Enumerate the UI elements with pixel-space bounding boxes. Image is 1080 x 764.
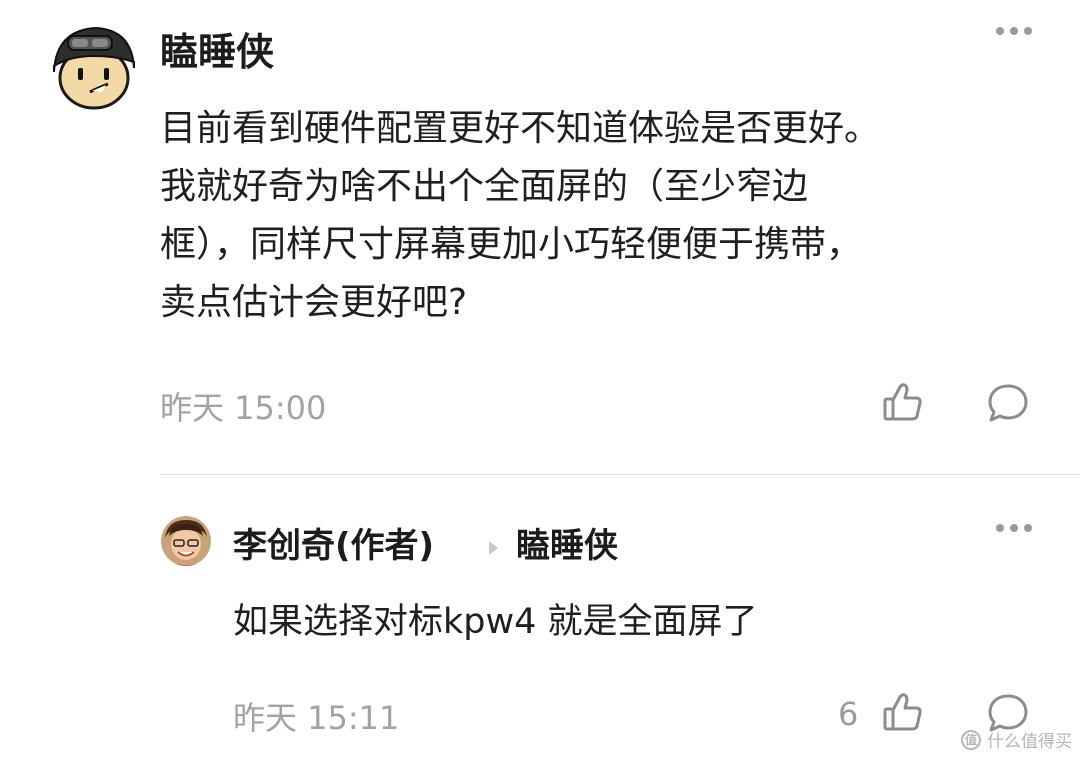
reply-to-arrow-icon bbox=[489, 541, 498, 555]
reply-to-username[interactable]: 瞌睡侠 bbox=[516, 526, 618, 566]
person-photo-avatar bbox=[161, 516, 211, 566]
comment-timestamp: 昨天 15:00 bbox=[160, 389, 327, 427]
site-watermark: 值 什么值得买 bbox=[961, 727, 1072, 752]
like-count: 6 bbox=[838, 695, 859, 733]
more-dots-icon[interactable] bbox=[996, 27, 1032, 35]
comment-bubble-icon[interactable] bbox=[986, 382, 1030, 428]
comment-item: 瞌睡侠 目前看到硬件配置更好不知道体验是否更好。 我就好奇为啥不出个全面屏的（至… bbox=[0, 0, 1080, 474]
more-dots-icon[interactable] bbox=[996, 524, 1032, 532]
thumbs-up-icon[interactable] bbox=[882, 691, 924, 737]
comment-text-line: 我就好奇为啥不出个全面屏的（至少窄边 bbox=[160, 166, 809, 207]
reply-item: 李创奇(作者) 瞌睡侠 如果选择对标kpw4 就是全面屏了 昨天 15:11 6 bbox=[0, 475, 1080, 764]
comment-username[interactable]: 瞌睡侠 bbox=[160, 30, 274, 74]
thumbs-up-icon[interactable] bbox=[882, 381, 924, 427]
watermark-logo-icon: 值 bbox=[961, 729, 981, 750]
reply-author-name[interactable]: 李创奇(作者) bbox=[233, 526, 434, 566]
comment-text-line: 卖点估计会更好吧? bbox=[160, 282, 468, 323]
user-avatar[interactable] bbox=[46, 22, 138, 114]
comment-text-line: 目前看到硬件配置更好不知道体验是否更好。 bbox=[160, 108, 881, 149]
helmet-character-avatar bbox=[46, 22, 138, 114]
author-avatar[interactable] bbox=[161, 516, 211, 566]
watermark-text: 什么值得买 bbox=[987, 732, 1072, 752]
comment-text-line: 框），同样尺寸屏幕更加小巧轻便便于携带， bbox=[160, 224, 863, 265]
reply-text: 如果选择对标kpw4 就是全面屏了 bbox=[233, 602, 758, 642]
reply-timestamp: 昨天 15:11 bbox=[233, 699, 400, 737]
